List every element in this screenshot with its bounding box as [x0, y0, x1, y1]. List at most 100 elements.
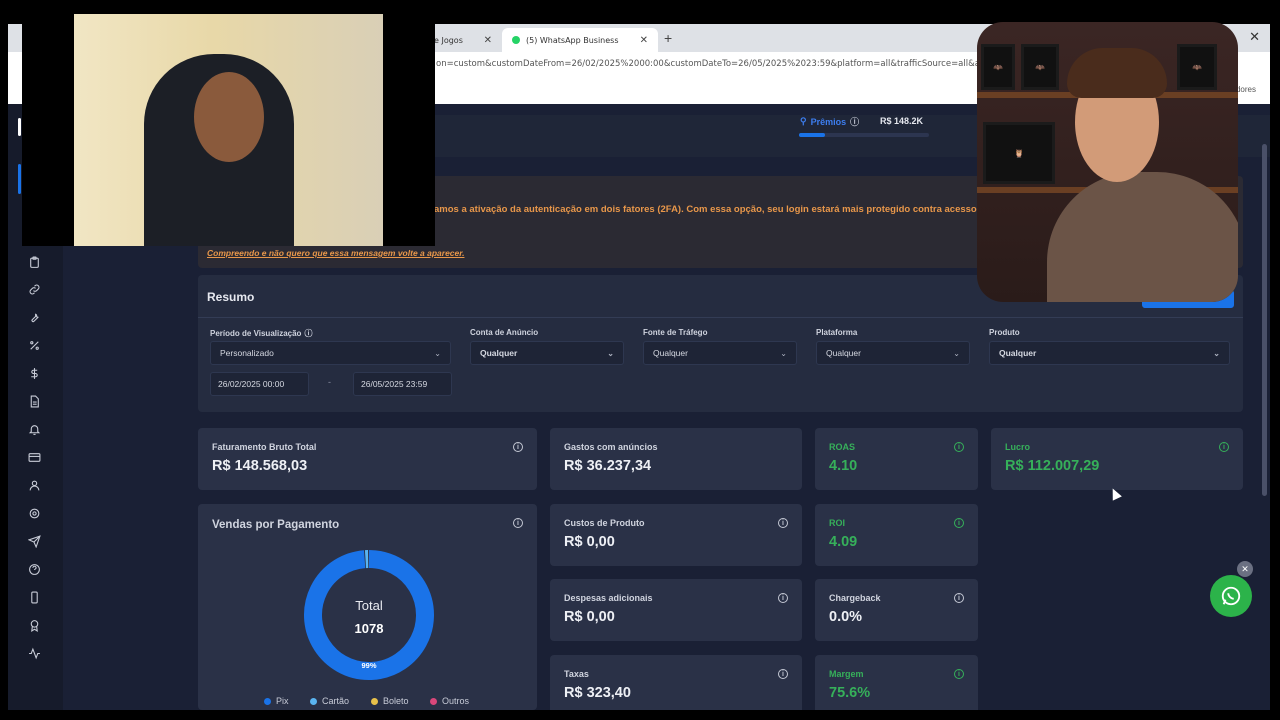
chevron-down-icon: ⌄: [1213, 348, 1220, 358]
url-field[interactable]: on=custom&customDateFrom=26/02/2025%2000…: [436, 59, 1006, 69]
card-value: R$ 148.568,03: [212, 458, 308, 474]
chevron-down-icon: ⌄: [434, 348, 441, 358]
card-value: 0.0%: [829, 609, 863, 625]
info-icon[interactable]: i: [778, 593, 788, 603]
chevron-down-icon: ⌄: [780, 348, 787, 358]
info-icon[interactable]: i: [954, 442, 964, 452]
periodo-label: Período de Visualização ⓘ: [210, 328, 312, 339]
produto-select[interactable]: Qualquer ⌄: [989, 341, 1230, 365]
card-label: Gastos com anúncios: [564, 442, 658, 452]
info-icon[interactable]: i: [954, 518, 964, 528]
help-icon[interactable]: [26, 561, 42, 577]
award-frame: 🦇: [981, 44, 1015, 90]
roas-card: ROAS 4.10 i: [815, 428, 978, 490]
conta-label: Conta de Anúncio: [470, 328, 539, 337]
dismiss-alert-link[interactable]: Compreendo e não quero que essa mensagem…: [207, 248, 464, 258]
chevron-down-icon: ⌄: [607, 348, 614, 358]
card-value: R$ 36.237,34: [564, 458, 652, 474]
card-icon[interactable]: [26, 449, 42, 465]
produto-label: Produto: [989, 328, 1020, 337]
card-value: R$ 0,00: [564, 534, 615, 550]
card-label: Custos de Produto: [564, 518, 645, 528]
award-icon[interactable]: [26, 617, 42, 633]
wrench-icon[interactable]: [26, 309, 42, 325]
tab-label: e Jogos: [434, 35, 463, 45]
donut-slice-label: 99%: [361, 661, 377, 670]
legend-swatch: [310, 697, 317, 705]
document-icon[interactable]: [26, 393, 42, 409]
fonte-select[interactable]: Qualquer ⌄: [643, 341, 797, 365]
send-icon[interactable]: [26, 533, 42, 549]
vendas-title: Vendas por Pagamento: [212, 519, 340, 531]
card-label: ROAS: [829, 442, 856, 452]
card-value: 75.6%: [829, 685, 871, 701]
legend-pix[interactable]: Pix: [264, 696, 289, 706]
whatsapp-icon: [1221, 586, 1241, 606]
dollar-icon[interactable]: [26, 365, 42, 381]
legend-label: Cartão: [322, 696, 350, 706]
bell-icon[interactable]: [26, 421, 42, 437]
card-value: 4.09: [829, 534, 858, 550]
periodo-select[interactable]: Personalizado ⌄: [210, 341, 451, 365]
legend-swatch: [264, 697, 271, 705]
fonte-value: Qualquer: [653, 348, 688, 358]
activity-icon[interactable]: [26, 645, 42, 661]
close-tab-icon[interactable]: ✕: [484, 35, 492, 46]
premios-progress-bar: [799, 133, 929, 137]
scrollbar[interactable]: [1262, 144, 1267, 496]
clipboard-icon[interactable]: [26, 254, 42, 270]
card-label: Chargeback: [829, 593, 881, 603]
premios-link[interactable]: ⚲ Prêmios ⓘ: [800, 115, 859, 128]
card-label: Faturamento Bruto Total: [212, 442, 317, 452]
user-icon[interactable]: [26, 477, 42, 493]
conta-value: Qualquer: [480, 348, 518, 358]
legend-outros[interactable]: Outros: [430, 696, 469, 706]
close-tab-icon[interactable]: ✕: [640, 35, 648, 46]
chargeback-card: Chargeback 0.0% i: [815, 579, 978, 641]
tab-jogos[interactable]: e Jogos ✕: [424, 28, 502, 52]
premios-progress-fill: [799, 133, 825, 137]
info-icon: ⓘ: [304, 329, 313, 338]
card-label: Lucro: [1005, 442, 1031, 452]
info-icon[interactable]: i: [1219, 442, 1229, 452]
gear-icon[interactable]: [26, 505, 42, 521]
legend-cartao[interactable]: Cartão: [310, 696, 349, 706]
info-icon[interactable]: i: [513, 518, 523, 528]
whatsapp-icon: [512, 36, 520, 44]
window-close-icon[interactable]: ✕: [1249, 29, 1260, 45]
info-icon[interactable]: i: [954, 593, 964, 603]
info-icon[interactable]: i: [954, 669, 964, 679]
link-icon[interactable]: [26, 281, 42, 297]
info-icon[interactable]: i: [778, 518, 788, 528]
gastos-card: Gastos com anúncios R$ 36.237,34: [550, 428, 802, 490]
custos-card: Custos de Produto R$ 0,00 i: [550, 504, 802, 566]
whatsapp-chat-button[interactable]: [1210, 575, 1252, 617]
phone-icon[interactable]: [26, 589, 42, 605]
periodo-label-text: Período de Visualização: [210, 329, 302, 338]
margem-card: Margem 75.6% i: [815, 655, 978, 710]
legend-label: Boleto: [383, 696, 409, 706]
tab-label: (5) WhatsApp Business: [526, 35, 619, 45]
plataforma-select[interactable]: Qualquer ⌄: [816, 341, 970, 365]
info-icon: ⓘ: [850, 117, 860, 127]
legend-swatch: [430, 697, 437, 705]
new-tab-icon[interactable]: +: [664, 30, 672, 46]
premios-value: R$ 148.2K: [880, 116, 924, 126]
percent-icon[interactable]: [26, 337, 42, 353]
donut-slice-pix[interactable]: [304, 550, 434, 680]
divider: [198, 317, 1243, 318]
taxas-card: Taxas R$ 323,40 i: [550, 655, 802, 710]
legend-boleto[interactable]: Boleto: [371, 696, 409, 706]
card-label: Despesas adicionais: [564, 593, 653, 603]
card-value: R$ 0,00: [564, 609, 615, 625]
donut-total-label: Total: [355, 598, 383, 613]
date-to-input[interactable]: 26/05/2025 23:59: [353, 372, 452, 396]
close-icon[interactable]: ✕: [1237, 561, 1253, 577]
info-icon[interactable]: i: [778, 669, 788, 679]
tab-whatsapp[interactable]: (5) WhatsApp Business ✕: [502, 28, 658, 52]
date-from-input[interactable]: 26/02/2025 00:00: [210, 372, 309, 396]
conta-select[interactable]: Qualquer ⌄: [470, 341, 624, 365]
plataforma-value: Qualquer: [826, 348, 861, 358]
info-icon[interactable]: i: [513, 442, 523, 452]
date-separator: -: [328, 377, 331, 387]
